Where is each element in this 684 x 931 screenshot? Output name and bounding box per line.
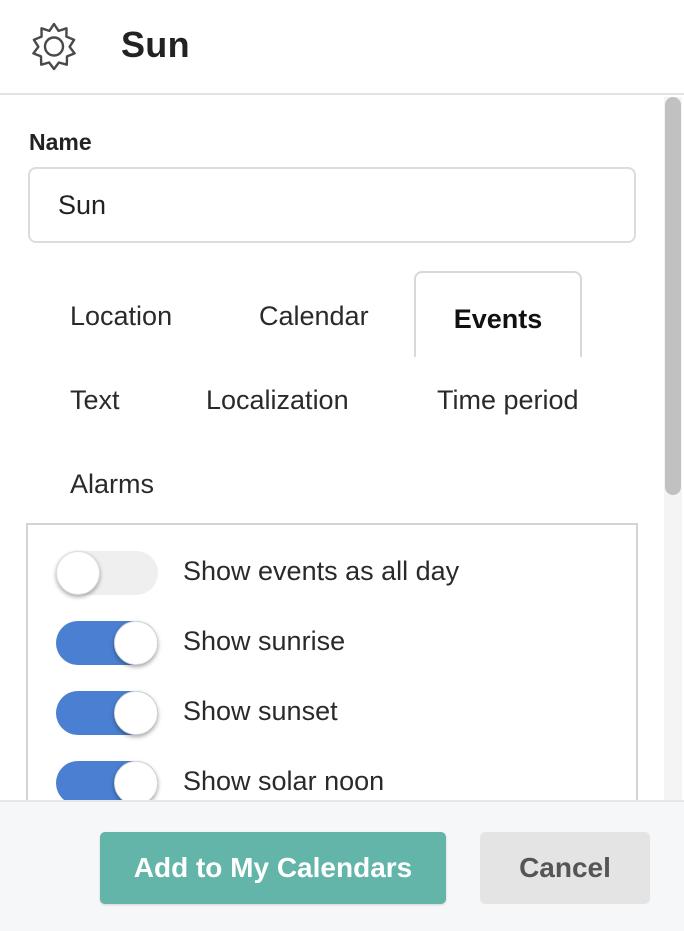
solar-noon-toggle[interactable] — [56, 761, 158, 801]
sunset-toggle[interactable] — [56, 691, 158, 735]
option-row-all-day: Show events as all day — [28, 551, 636, 595]
solar-noon-label: Show solar noon — [183, 766, 385, 796]
option-row-sunset: Show sunset — [28, 691, 636, 735]
events-options-panel: Show events as all day Show sunrise Show… — [26, 523, 638, 801]
cancel-button[interactable]: Cancel — [480, 832, 650, 904]
sunrise-toggle[interactable] — [56, 621, 158, 665]
all-day-toggle[interactable] — [56, 551, 158, 595]
tab-text[interactable]: Text — [70, 385, 120, 416]
option-row-sunrise: Show sunrise — [28, 621, 636, 665]
sunset-label: Show sunset — [183, 696, 338, 726]
toggle-knob — [114, 691, 158, 735]
name-input[interactable] — [28, 167, 636, 243]
toggle-knob — [114, 621, 158, 665]
option-row-solar-noon: Show solar noon — [28, 761, 636, 801]
toggle-knob — [56, 551, 100, 595]
tab-calendar[interactable]: Calendar — [259, 301, 369, 332]
tab-alarms[interactable]: Alarms — [70, 469, 154, 500]
tab-localization[interactable]: Localization — [206, 385, 349, 416]
add-to-calendars-button[interactable]: Add to My Calendars — [100, 832, 446, 904]
dialog-header: Sun — [0, 0, 684, 95]
sunrise-label: Show sunrise — [183, 626, 346, 656]
toggle-knob — [114, 761, 158, 801]
tab-time-period[interactable]: Time period — [437, 385, 579, 416]
scrollbar-thumb[interactable] — [665, 97, 681, 495]
tab-events[interactable]: Events — [414, 271, 582, 357]
name-label: Name — [29, 129, 92, 155]
sun-icon — [32, 22, 76, 71]
dialog-footer: Add to My Calendars Cancel — [0, 800, 684, 931]
dialog-title: Sun — [121, 24, 190, 65]
all-day-label: Show events as all day — [183, 556, 460, 586]
tab-location[interactable]: Location — [70, 301, 172, 332]
dialog-content: Name Events Location Calendar Text Local… — [0, 97, 684, 801]
